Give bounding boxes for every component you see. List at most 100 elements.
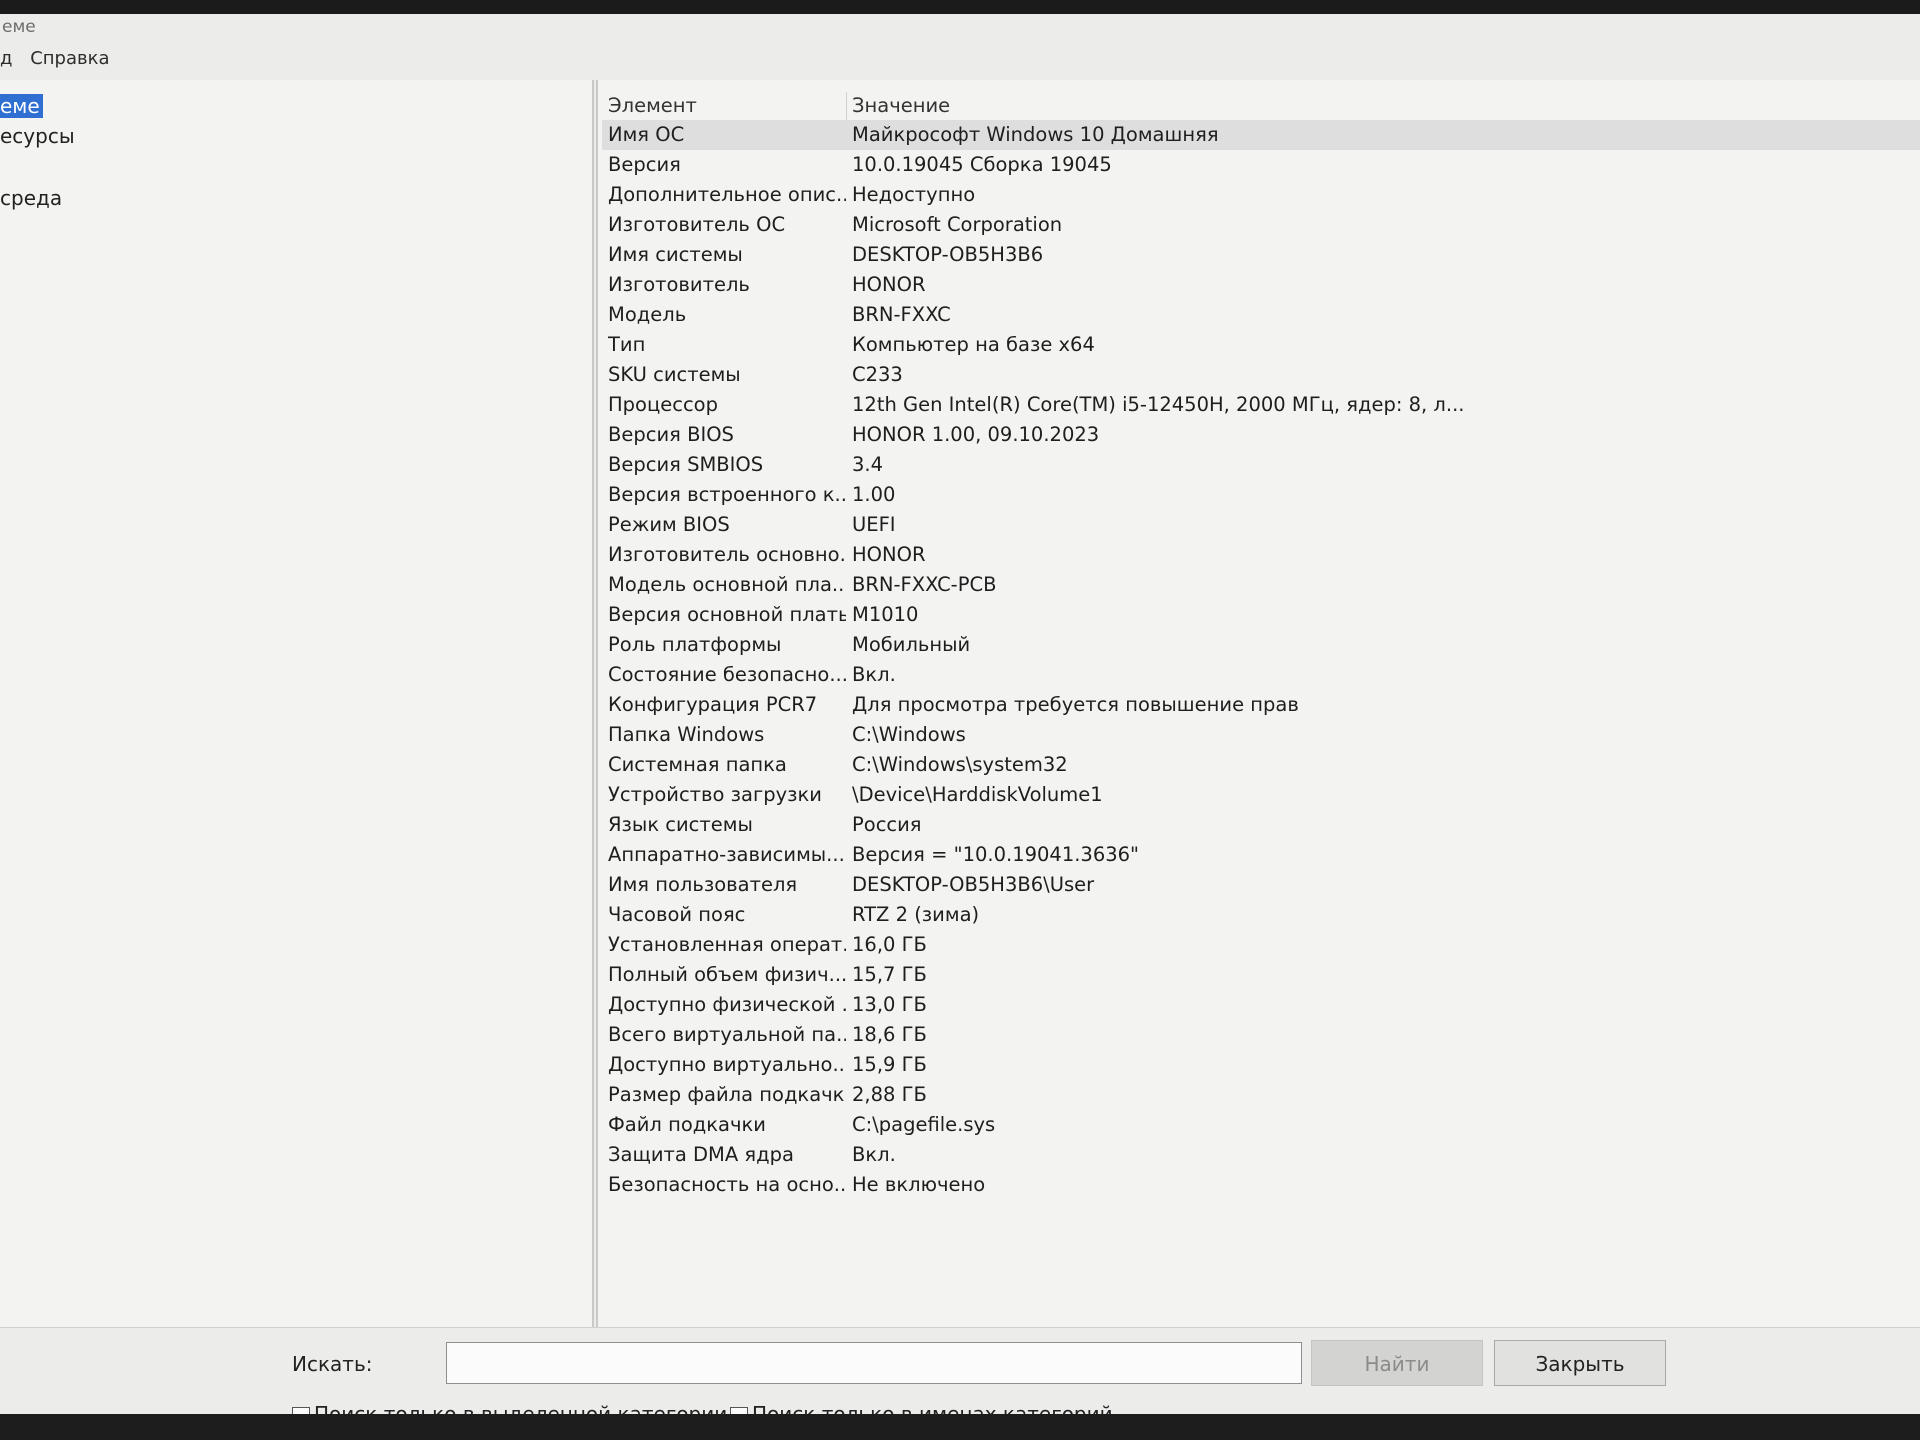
table-row[interactable]: Всего виртуальной па... 18,6 ГБ: [602, 1020, 1920, 1050]
details-list[interactable]: Элемент Значение Имя ОС Майкрософт Window…: [596, 80, 1920, 1327]
row-element-cell: Имя системы: [608, 243, 743, 266]
table-row[interactable]: Версия встроенного к... 1.00: [602, 480, 1920, 510]
table-row[interactable]: Изготовитель ОС Microsoft Corporation: [602, 210, 1920, 240]
row-value-cell: Майкрософт Windows 10 Домашняя: [852, 123, 1219, 146]
search-bar: Искать: Найти Закрыть Поиск только в выд…: [0, 1327, 1920, 1426]
row-element-cell: Изготовитель основно...: [608, 543, 846, 566]
table-row[interactable]: Имя пользователя DESKTOP-OB5H3B6\User: [602, 870, 1920, 900]
row-element-cell: Версия основной платы: [608, 603, 846, 626]
tree-item-system-summary[interactable]: еме: [0, 92, 43, 120]
table-row[interactable]: Тип Компьютер на базе x64: [602, 330, 1920, 360]
close-button[interactable]: Закрыть: [1494, 1340, 1666, 1386]
table-row[interactable]: Версия 10.0.19045 Сборка 19045: [602, 150, 1920, 180]
table-row[interactable]: Модель BRN-FXXC: [602, 300, 1920, 330]
column-header-value[interactable]: Значение: [852, 92, 1652, 120]
row-element-cell: Версия встроенного к...: [608, 483, 846, 506]
row-element-cell: Часовой пояс: [608, 903, 746, 926]
row-element-cell: Установленная операт...: [608, 933, 846, 956]
table-row[interactable]: Установленная операт... 16,0 ГБ: [602, 930, 1920, 960]
row-element-cell: Защита DMA ядра: [608, 1143, 794, 1166]
row-element-cell: Роль платформы: [608, 633, 782, 656]
row-value-cell: 15,7 ГБ: [852, 963, 927, 986]
row-value-cell: Недоступно: [852, 183, 976, 206]
details-table: Элемент Значение Имя ОС Майкрософт Window…: [602, 92, 1920, 1200]
row-value-cell: Россия: [852, 813, 922, 836]
table-row[interactable]: Роль платформы Мобильный: [602, 630, 1920, 660]
row-value-cell: BRN-FXXC: [852, 303, 951, 326]
table-row[interactable]: Состояние безопасно... Вкл.: [602, 660, 1920, 690]
table-row[interactable]: Файл подкачки C:\pagefile.sys: [602, 1110, 1920, 1140]
window-title: еме: [2, 17, 36, 37]
row-element-cell: Системная папка: [608, 753, 787, 776]
menu-item-view[interactable]: д: [0, 48, 12, 69]
menu-bar: д Справка: [0, 44, 1920, 74]
row-element-cell: Изготовитель ОС: [608, 213, 786, 236]
row-value-cell: Для просмотра требуется повышение прав: [852, 693, 1299, 716]
row-value-cell: HONOR: [852, 273, 926, 296]
row-value-cell: C:\Windows: [852, 723, 966, 746]
table-row[interactable]: Размер файла подкачки 2,88 ГБ: [602, 1080, 1920, 1110]
table-row[interactable]: SKU системы C233: [602, 360, 1920, 390]
row-value-cell: HONOR: [852, 543, 926, 566]
table-row[interactable]: Изготовитель основно... HONOR: [602, 540, 1920, 570]
table-row[interactable]: Аппаратно-зависимы... Версия = "10.0.1904…: [602, 840, 1920, 870]
row-value-cell: Не включено: [852, 1173, 986, 1196]
row-value-cell: Microsoft Corporation: [852, 213, 1063, 236]
tree-item-label: среда: [0, 186, 63, 210]
row-element-cell: Полный объем физич...: [608, 963, 846, 986]
table-row[interactable]: Доступно виртуально... 15,9 ГБ: [602, 1050, 1920, 1080]
row-element-cell: SKU системы: [608, 363, 741, 386]
table-row[interactable]: Часовой пояс RTZ 2 (зима): [602, 900, 1920, 930]
row-element-cell: Модель: [608, 303, 687, 326]
find-button[interactable]: Найти: [1311, 1340, 1483, 1386]
row-value-cell: Вкл.: [852, 663, 896, 686]
row-element-cell: Режим BIOS: [608, 513, 730, 536]
row-value-cell: Вкл.: [852, 1143, 896, 1166]
table-row[interactable]: Дополнительное опис... Недоступно: [602, 180, 1920, 210]
row-element-cell: Изготовитель: [608, 273, 750, 296]
table-row[interactable]: Полный объем физич... 15,7 ГБ: [602, 960, 1920, 990]
row-element-cell: Язык системы: [608, 813, 753, 836]
row-value-cell: 2,88 ГБ: [852, 1083, 927, 1106]
row-element-cell: Всего виртуальной па...: [608, 1023, 846, 1046]
row-element-cell: Дополнительное опис...: [608, 183, 846, 206]
table-row[interactable]: Изготовитель HONOR: [602, 270, 1920, 300]
table-row[interactable]: Папка Windows C:\Windows: [602, 720, 1920, 750]
row-value-cell: 10.0.19045 Сборка 19045: [852, 153, 1112, 176]
tree-item-software-environment[interactable]: среда: [0, 184, 62, 212]
row-value-cell: 15,9 ГБ: [852, 1053, 927, 1076]
row-value-cell: UEFI: [852, 513, 896, 536]
tree-item-hardware-resources[interactable]: есурсы: [0, 122, 75, 150]
row-element-cell: Тип: [608, 333, 646, 356]
search-input[interactable]: [446, 1342, 1302, 1384]
row-element-cell: Модель основной пла...: [608, 573, 846, 596]
table-row[interactable]: Имя системы DESKTOP-OB5H3B6: [602, 240, 1920, 270]
row-value-cell: Версия = "10.0.19041.3636": [852, 843, 1140, 866]
row-value-cell: 12th Gen Intel(R) Core(TM) i5-12450H, 20…: [852, 393, 1465, 416]
table-row[interactable]: Режим BIOS UEFI: [602, 510, 1920, 540]
row-value-cell: RTZ 2 (зима): [852, 903, 980, 926]
row-value-cell: 13,0 ГБ: [852, 993, 927, 1016]
taskbar: [0, 1414, 1920, 1440]
table-row[interactable]: Системная папка C:\Windows\system32: [602, 750, 1920, 780]
row-element-cell: Устройство загрузки: [608, 783, 822, 806]
table-row[interactable]: Процессор 12th Gen Intel(R) Core(TM) i5-1…: [602, 390, 1920, 420]
table-row[interactable]: Версия основной платы M1010: [602, 600, 1920, 630]
row-element-cell: Аппаратно-зависимы...: [608, 843, 845, 866]
table-row[interactable]: Доступно физической ... 13,0 ГБ: [602, 990, 1920, 1020]
table-row[interactable]: Устройство загрузки \Device\HarddiskVolum…: [602, 780, 1920, 810]
row-value-cell: DESKTOP-OB5H3B6\User: [852, 873, 1095, 896]
table-row[interactable]: Имя ОС Майкрософт Windows 10 Домашняя: [602, 120, 1920, 150]
table-row[interactable]: Безопасность на осно... Не включено: [602, 1170, 1920, 1200]
table-row[interactable]: Конфигурация PCR7 Для просмотра требуется…: [602, 690, 1920, 720]
menu-item-help[interactable]: Справка: [30, 48, 109, 69]
row-element-cell: Папка Windows: [608, 723, 765, 746]
table-row[interactable]: Версия SMBIOS 3.4: [602, 450, 1920, 480]
table-row[interactable]: Модель основной пла... BRN-FXXC-PCB: [602, 570, 1920, 600]
table-row[interactable]: Язык системы Россия: [602, 810, 1920, 840]
row-element-cell: Процессор: [608, 393, 718, 416]
column-header-element[interactable]: Элемент: [608, 92, 846, 120]
table-row[interactable]: Версия BIOS HONOR 1.00, 09.10.2023: [602, 420, 1920, 450]
table-row[interactable]: Защита DMA ядра Вкл.: [602, 1140, 1920, 1170]
column-separator[interactable]: [846, 92, 847, 120]
